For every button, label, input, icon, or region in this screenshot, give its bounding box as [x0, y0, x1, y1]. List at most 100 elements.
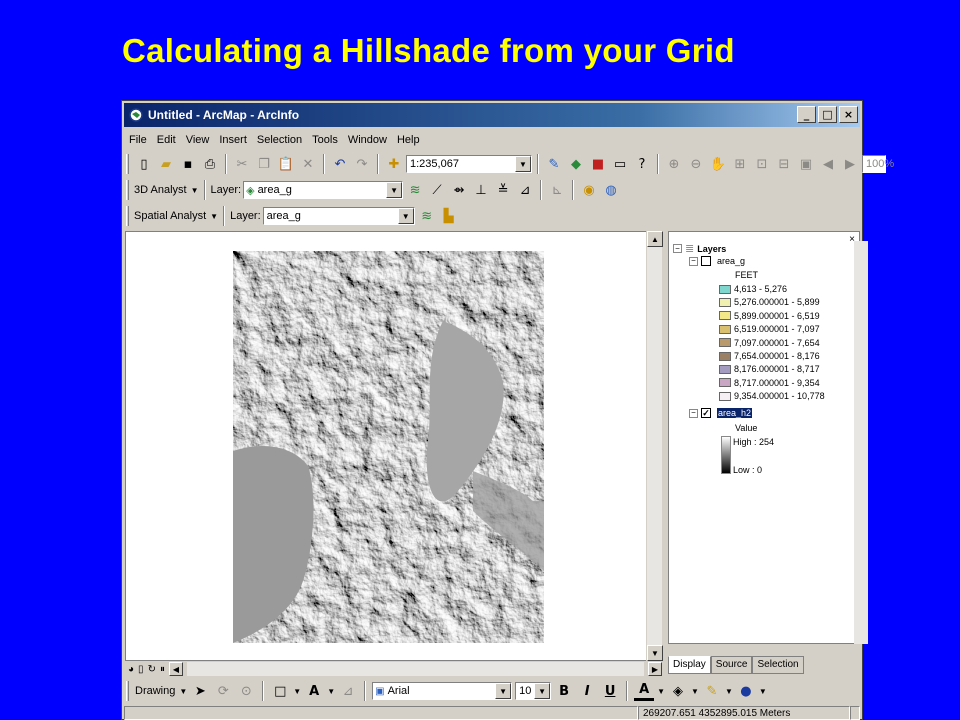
histogram-icon[interactable]: ▙	[439, 206, 459, 226]
chevron-down-icon[interactable]: ▼	[495, 683, 512, 699]
collapse-icon[interactable]: −	[673, 244, 682, 253]
title-bar[interactable]: Untitled - ArcMap - ArcInfo _ □ ×	[124, 103, 860, 127]
drawing-menu[interactable]: Drawing ▼	[135, 685, 187, 697]
edit-vertices-icon[interactable]: ⊿	[338, 681, 358, 701]
profile-graph-icon[interactable]: ⊾	[547, 180, 567, 200]
marker-color-icon[interactable]: ●	[736, 681, 756, 701]
scroll-down-icon[interactable]: ▼	[647, 645, 663, 661]
data-view-icon[interactable]: ◕	[128, 664, 134, 675]
redo-icon[interactable]: ↷	[352, 154, 372, 174]
maximize-button[interactable]: □	[818, 106, 837, 123]
scroll-up-icon[interactable]: ▲	[647, 231, 663, 247]
print-icon[interactable]: ⎙	[200, 154, 220, 174]
legend-class[interactable]: 5,899.000001 - 6,519	[719, 311, 820, 321]
rotate-icon[interactable]: ⟳	[213, 681, 233, 701]
interpolate-line-icon[interactable]: ≚	[493, 180, 513, 200]
toolbar-grip[interactable]	[126, 154, 129, 174]
legend-class[interactable]: 7,097.000001 - 7,654	[719, 338, 820, 348]
delete-icon[interactable]: ✕	[298, 154, 318, 174]
zoom-percent-combo[interactable]: 100%	[862, 155, 894, 173]
toc-vertical-scrollbar[interactable]	[854, 241, 868, 644]
resize-grip[interactable]	[850, 706, 860, 720]
zoom-whole-page-icon[interactable]: ▣	[796, 154, 816, 174]
forward-icon[interactable]: ▶	[840, 154, 860, 174]
scroll-left-icon[interactable]: ◀	[168, 662, 183, 676]
zoom-in-icon[interactable]: ⊕	[664, 154, 684, 174]
font-size-combo[interactable]: 10 ▼	[515, 682, 552, 700]
3d-analyst-menu[interactable]: 3D Analyst ▼	[134, 184, 199, 196]
fixed-zoom-out-icon[interactable]: ⊟	[774, 154, 794, 174]
refresh-icon[interactable]: ↻	[148, 664, 156, 675]
interpolate-polygon-icon[interactable]: ⊿	[515, 180, 535, 200]
tab-source[interactable]: Source	[710, 656, 753, 674]
save-icon[interactable]: ▪	[178, 154, 198, 174]
full-extent-icon[interactable]: ⊞	[730, 154, 750, 174]
chevron-down-icon[interactable]: ▼	[691, 687, 699, 696]
minimize-button[interactable]: _	[797, 106, 816, 123]
new-text-icon[interactable]: A	[304, 681, 324, 701]
pause-drawing-icon[interactable]: ⏸	[160, 664, 165, 675]
chevron-down-icon[interactable]: ▼	[534, 683, 551, 699]
italic-button[interactable]: I	[577, 681, 597, 701]
pan-icon[interactable]: ✋	[708, 154, 728, 174]
spatial-analyst-menu[interactable]: Spatial Analyst ▼	[134, 210, 218, 222]
open-folder-icon[interactable]: ▰	[156, 154, 176, 174]
menu-help[interactable]: Help	[396, 134, 421, 146]
toc-layer-area-h2[interactable]: − ✓ area_h2	[689, 408, 753, 418]
line-color-icon[interactable]: ✎	[702, 681, 722, 701]
zoom-out-icon[interactable]: ⊖	[686, 154, 706, 174]
menu-selection[interactable]: Selection	[256, 134, 303, 146]
close-button[interactable]: ×	[839, 106, 858, 123]
editor-icon[interactable]: ✎	[544, 154, 564, 174]
toc-root[interactable]: − ≣ Layers	[673, 242, 726, 255]
legend-class[interactable]: 5,276.000001 - 5,899	[719, 297, 820, 307]
chevron-down-icon[interactable]: ▼	[759, 687, 767, 696]
collapse-icon[interactable]: −	[689, 408, 698, 418]
chevron-down-icon[interactable]: ▼	[515, 156, 531, 172]
chevron-down-icon[interactable]: ▼	[657, 687, 665, 696]
tab-display[interactable]: Display	[668, 656, 711, 674]
cut-icon[interactable]: ✂	[232, 154, 252, 174]
toolbar-grip[interactable]	[126, 180, 129, 200]
menu-tools[interactable]: Tools	[311, 134, 339, 146]
legend-class[interactable]: 4,613 - 5,276	[719, 284, 787, 294]
back-icon[interactable]: ◀	[818, 154, 838, 174]
fixed-zoom-in-icon[interactable]: ⊡	[752, 154, 772, 174]
tab-selection[interactable]: Selection	[752, 656, 804, 674]
arcglobe-icon[interactable]: ◍	[601, 180, 621, 200]
menu-view[interactable]: View	[185, 134, 211, 146]
chevron-down-icon[interactable]: ▼	[386, 182, 403, 198]
chevron-down-icon[interactable]: ▼	[725, 687, 733, 696]
legend-class[interactable]: 8,176.000001 - 8,717	[719, 364, 820, 374]
layer-visibility-checkbox[interactable]: ✓	[701, 408, 711, 418]
new-document-icon[interactable]: ▯	[134, 154, 154, 174]
legend-class[interactable]: 9,354.000001 - 10,778	[719, 391, 825, 401]
map-display[interactable]	[125, 231, 653, 661]
undo-icon[interactable]: ↶	[330, 154, 350, 174]
command-line-icon[interactable]: ▭	[610, 154, 630, 174]
toolbar-grip[interactable]	[126, 206, 129, 226]
underline-button[interactable]: U	[600, 681, 620, 701]
layer-visibility-checkbox[interactable]	[701, 256, 711, 266]
paste-icon[interactable]: 📋	[276, 154, 296, 174]
arctoolbox-icon[interactable]: ■	[588, 154, 608, 174]
legend-class[interactable]: 7,654.000001 - 8,176	[719, 351, 820, 361]
bold-button[interactable]: B	[554, 681, 574, 701]
map-scale-combo[interactable]: 1:235,067 ▼	[406, 155, 532, 173]
menu-insert[interactable]: Insert	[218, 134, 248, 146]
zoom-to-selected-icon[interactable]: ⊙	[236, 681, 256, 701]
toolbar-grip[interactable]	[126, 681, 129, 701]
copy-icon[interactable]: ❐	[254, 154, 274, 174]
arcscene-icon[interactable]: ◉	[579, 180, 599, 200]
legend-class[interactable]: 8,717.000001 - 9,354	[719, 378, 820, 388]
menu-window[interactable]: Window	[347, 134, 388, 146]
map-horizontal-scrollbar[interactable]	[186, 662, 644, 676]
font-color-icon[interactable]: A	[634, 681, 655, 701]
menu-file[interactable]: File	[128, 134, 148, 146]
map-vertical-scrollbar[interactable]: ▲ ▼	[646, 231, 663, 663]
arccatalog-icon[interactable]: ◆	[566, 154, 586, 174]
line-of-sight-icon[interactable]: ⇴	[449, 180, 469, 200]
3d-layer-combo[interactable]: ◈ area_g ▼	[243, 181, 404, 199]
interpolate-point-icon[interactable]: ⊥	[471, 180, 491, 200]
steepest-path-icon[interactable]: ⟋	[427, 180, 447, 200]
